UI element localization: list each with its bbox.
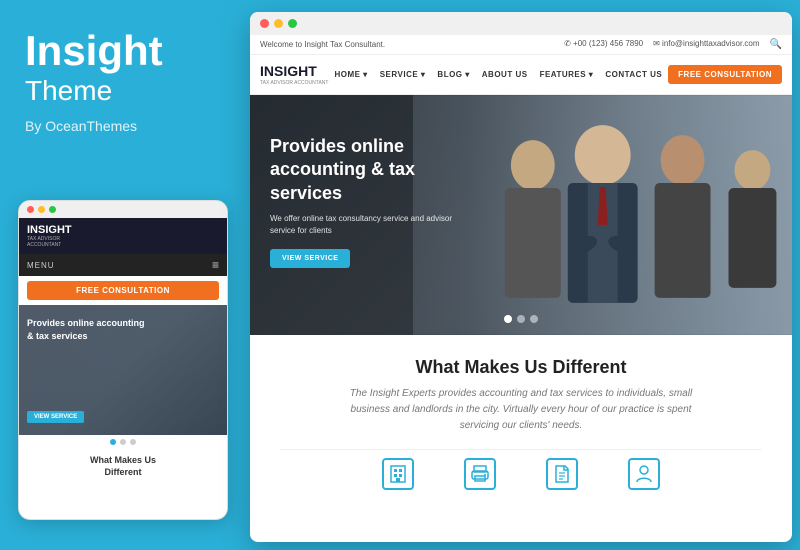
mobile-dot-green bbox=[49, 206, 56, 213]
printer-icon-item bbox=[464, 458, 496, 490]
building-icon-box bbox=[382, 458, 414, 490]
hero-dot-3 bbox=[530, 315, 538, 323]
hero-dot-1 bbox=[504, 315, 512, 323]
topbar-contact: ✆ +00 (123) 456 7890 ✉ info@insighttaxad… bbox=[564, 39, 782, 50]
document-icon bbox=[552, 464, 572, 484]
mobile-cta-button[interactable]: FREE CONSULTATION bbox=[27, 281, 219, 300]
nav-contact[interactable]: CONTACT US bbox=[605, 70, 662, 79]
topbar-phone: ✆ +00 (123) 456 7890 bbox=[564, 39, 643, 50]
mobile-dot-yellow bbox=[38, 206, 45, 213]
printer-icon-box bbox=[464, 458, 496, 490]
desktop-hero: Provides online accounting & tax service… bbox=[250, 95, 792, 335]
building-icon bbox=[388, 464, 408, 484]
hero-dot-2 bbox=[517, 315, 525, 323]
brand-author: By OceanThemes bbox=[25, 118, 220, 134]
mobile-what-makes-title: What Makes UsDifferent bbox=[27, 455, 219, 478]
desktop-what-makes-section: What Makes Us Different The Insight Expe… bbox=[250, 335, 792, 505]
hero-content: Provides online accounting & tax service… bbox=[270, 135, 470, 268]
hero-view-service-btn[interactable]: VIEW SERVICE bbox=[270, 249, 350, 268]
slider-dot-3 bbox=[130, 439, 136, 445]
nav-logo-wrap: INSIGHT TAX ADVISOR ACCOUNTANT bbox=[260, 63, 328, 86]
desktop-topbar: Welcome to Insight Tax Consultant. ✆ +00… bbox=[250, 35, 792, 55]
desktop-titlebar bbox=[250, 12, 792, 35]
desktop-dot-red bbox=[260, 19, 269, 28]
mobile-slider-dots bbox=[19, 435, 227, 449]
mobile-logo-sub: TAX ADVISOR ACCOUNTANT bbox=[27, 236, 72, 248]
nav-logo-sub: TAX ADVISOR ACCOUNTANT bbox=[260, 81, 328, 86]
hero-description: We offer online tax consultancy service … bbox=[270, 213, 470, 237]
mobile-titlebar bbox=[19, 201, 227, 218]
mobile-dot-red bbox=[27, 206, 34, 213]
mobile-logo: INSIGHT bbox=[27, 224, 72, 236]
desktop-preview: Welcome to Insight Tax Consultant. ✆ +00… bbox=[250, 12, 792, 542]
nav-logo: INSIGHT bbox=[260, 63, 317, 79]
topbar-welcome: Welcome to Insight Tax Consultant. bbox=[260, 40, 385, 49]
slider-dot-1 bbox=[110, 439, 116, 445]
desktop-dot-yellow bbox=[274, 19, 283, 28]
printer-icon bbox=[470, 464, 490, 484]
brand-subtitle: Theme bbox=[25, 74, 220, 108]
person-icon-item bbox=[628, 458, 660, 490]
desktop-nav: INSIGHT TAX ADVISOR ACCOUNTANT HOME ▾ SE… bbox=[250, 55, 792, 95]
mobile-menu-bar: MENU ≡ bbox=[19, 254, 227, 276]
hero-title: Provides online accounting & tax service… bbox=[270, 135, 470, 205]
nav-service[interactable]: SERVICE ▾ bbox=[380, 70, 426, 79]
topbar-email: ✉ info@insighttaxadvisor.com bbox=[653, 39, 759, 50]
mobile-header: INSIGHT TAX ADVISOR ACCOUNTANT bbox=[19, 218, 227, 254]
document-icon-box bbox=[546, 458, 578, 490]
mobile-menu-label: MENU bbox=[27, 261, 55, 270]
document-icon-item bbox=[546, 458, 578, 490]
person-icon bbox=[634, 464, 654, 484]
slider-dot-2 bbox=[120, 439, 126, 445]
desktop-dot-green bbox=[288, 19, 297, 28]
mobile-hero-title: Provides online accounting & tax service… bbox=[27, 317, 147, 342]
left-panel: Insight Theme By OceanThemes INSIGHT TAX… bbox=[0, 0, 245, 550]
mobile-preview: INSIGHT TAX ADVISOR ACCOUNTANT MENU ≡ FR… bbox=[18, 200, 228, 520]
section-description: The Insight Experts provides accounting … bbox=[331, 386, 711, 434]
brand-title: Insight bbox=[25, 30, 220, 72]
mobile-hero: Provides online accounting & tax service… bbox=[19, 305, 227, 435]
mobile-logo-wrap: INSIGHT TAX ADVISOR ACCOUNTANT bbox=[27, 224, 72, 248]
section-icons-row bbox=[280, 449, 762, 490]
search-icon[interactable]: 🔍 bbox=[770, 39, 782, 50]
nav-links: HOME ▾ SERVICE ▾ BLOG ▾ ABOUT US FEATURE… bbox=[334, 70, 662, 79]
person-icon-box bbox=[628, 458, 660, 490]
mobile-bottom-section: What Makes UsDifferent bbox=[19, 449, 227, 484]
nav-blog[interactable]: BLOG ▾ bbox=[437, 70, 469, 79]
nav-home[interactable]: HOME ▾ bbox=[334, 70, 367, 79]
hero-slider-dots bbox=[504, 315, 538, 323]
hamburger-icon: ≡ bbox=[212, 258, 219, 272]
building-icon-item bbox=[382, 458, 414, 490]
nav-about[interactable]: ABOUT US bbox=[482, 70, 528, 79]
section-title: What Makes Us Different bbox=[280, 357, 762, 378]
mobile-view-service-btn[interactable]: VIEW SERVICE bbox=[27, 411, 84, 423]
nav-features[interactable]: FEATURES ▾ bbox=[540, 70, 594, 79]
nav-cta-button[interactable]: FREE CONSULTATION bbox=[668, 65, 782, 84]
